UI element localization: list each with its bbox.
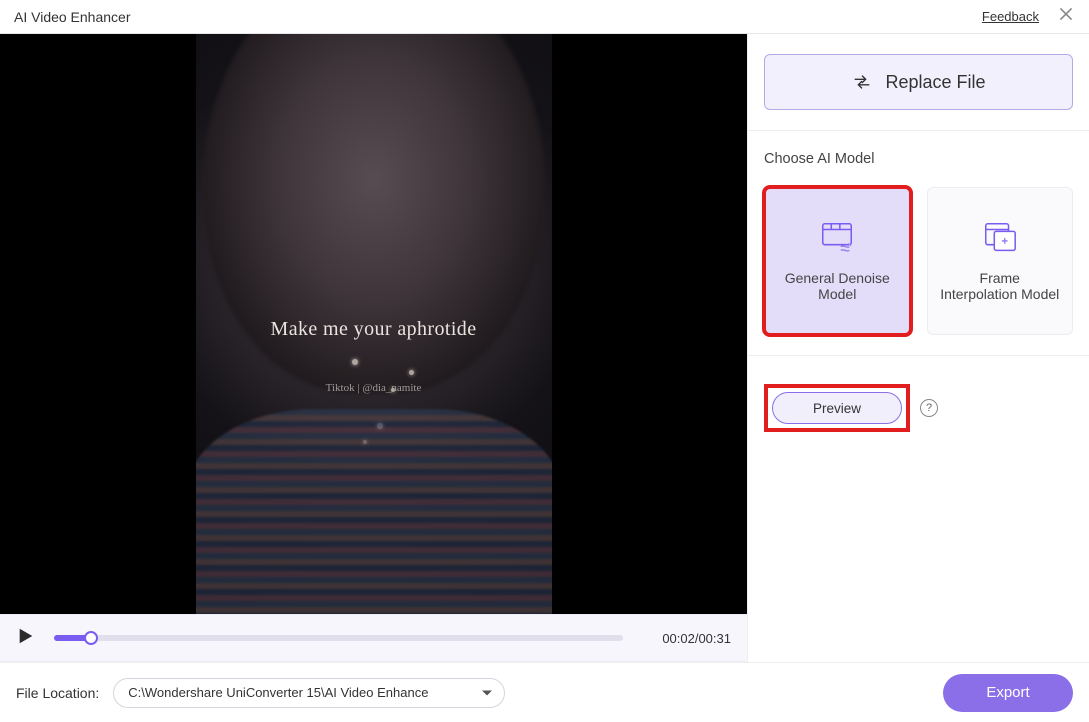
model-card-interpolation[interactable]: Frame Interpolation Model xyxy=(927,187,1074,335)
export-button[interactable]: Export xyxy=(943,674,1073,712)
help-button[interactable]: ? xyxy=(920,399,938,417)
file-location-label: File Location: xyxy=(16,685,99,701)
preview-highlight: Preview xyxy=(764,384,910,432)
side-panel: Replace File Choose AI Model Gen xyxy=(748,34,1089,662)
model-card-denoise[interactable]: General Denoise Model xyxy=(764,187,911,335)
question-icon: ? xyxy=(926,402,932,414)
feedback-link[interactable]: Feedback xyxy=(982,9,1039,24)
video-area: Make me your aphrotide Tiktok | @dia_nam… xyxy=(0,34,748,662)
close-icon xyxy=(1058,6,1074,27)
video-watermark: Tiktok | @dia_namite xyxy=(326,382,422,394)
denoise-icon xyxy=(818,220,856,256)
preview-label: Preview xyxy=(813,401,861,416)
file-location-value: C:\Wondershare UniConverter 15\AI Video … xyxy=(128,685,428,700)
video-frame: Make me your aphrotide Tiktok | @dia_nam… xyxy=(196,34,552,614)
open-folder-button[interactable] xyxy=(519,682,541,704)
app-title: AI Video Enhancer xyxy=(14,9,131,25)
model-card-label: Frame Interpolation Model xyxy=(940,270,1061,302)
video-overlay-text: Make me your aphrotide xyxy=(271,318,477,341)
preview-button[interactable]: Preview xyxy=(772,392,902,424)
replace-file-button[interactable]: Replace File xyxy=(764,54,1073,110)
export-label: Export xyxy=(986,684,1029,701)
divider xyxy=(748,130,1089,131)
preview-row: Preview ? xyxy=(764,384,1073,432)
titlebar: AI Video Enhancer Feedback xyxy=(0,0,1089,34)
model-card-label: General Denoise Model xyxy=(777,270,898,302)
play-button[interactable] xyxy=(16,628,36,648)
interpolation-icon xyxy=(981,220,1019,256)
play-icon xyxy=(17,627,35,650)
time-label: 00:02/00:31 xyxy=(641,631,731,646)
divider xyxy=(748,355,1089,356)
swap-icon xyxy=(851,71,873,93)
timeline-slider[interactable] xyxy=(54,635,623,641)
close-button[interactable] xyxy=(1057,8,1075,26)
choose-model-label: Choose AI Model xyxy=(764,151,1073,167)
model-grid: General Denoise Model Frame Interpolatio… xyxy=(764,187,1073,335)
file-location-select[interactable]: C:\Wondershare UniConverter 15\AI Video … xyxy=(113,678,505,708)
playback-controls: 00:02/00:31 xyxy=(0,614,747,662)
main-area: Make me your aphrotide Tiktok | @dia_nam… xyxy=(0,34,1089,662)
replace-file-label: Replace File xyxy=(885,72,985,93)
video-preview[interactable]: Make me your aphrotide Tiktok | @dia_nam… xyxy=(0,34,747,614)
footer: File Location: C:\Wondershare UniConvert… xyxy=(0,662,1089,722)
timeline-thumb[interactable] xyxy=(84,631,98,645)
